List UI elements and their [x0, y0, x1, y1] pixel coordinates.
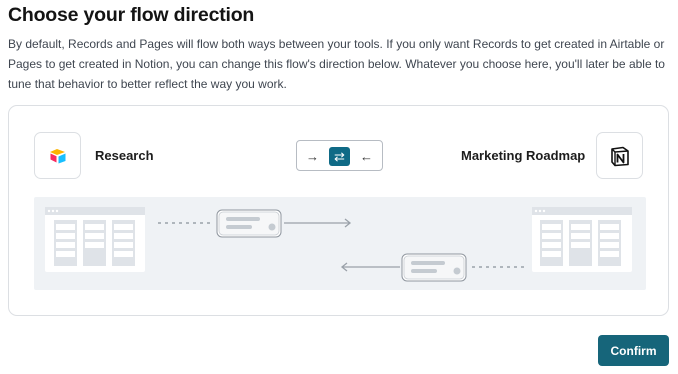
flow-direction-card: Research → ⇄ ← Marketing Roadmap	[8, 105, 669, 316]
arrows-bidirectional-icon[interactable]: ⇄	[329, 147, 350, 166]
record-card-illustration	[216, 209, 282, 238]
left-app-name: Research	[95, 148, 154, 163]
flow-direction-toggle: → ⇄ ←	[296, 140, 383, 171]
flow-illustration	[34, 197, 646, 290]
flow-right-to-left	[340, 253, 526, 282]
notion-board-illustration	[532, 207, 632, 272]
arrow-left-icon[interactable]: ←	[356, 147, 377, 166]
airtable-board-illustration	[45, 207, 145, 272]
right-app-name: Marketing Roadmap	[461, 148, 586, 163]
flow-left-to-right	[158, 209, 352, 238]
arrow-right-icon[interactable]: →	[302, 147, 323, 166]
airtable-logo-icon	[34, 132, 81, 179]
confirm-button[interactable]: Confirm	[598, 335, 669, 366]
notion-logo-icon	[596, 132, 643, 179]
page-description: By default, Records and Pages will flow …	[8, 37, 665, 91]
page-card-illustration	[401, 253, 467, 282]
page-title: Choose your flow direction	[8, 4, 255, 26]
